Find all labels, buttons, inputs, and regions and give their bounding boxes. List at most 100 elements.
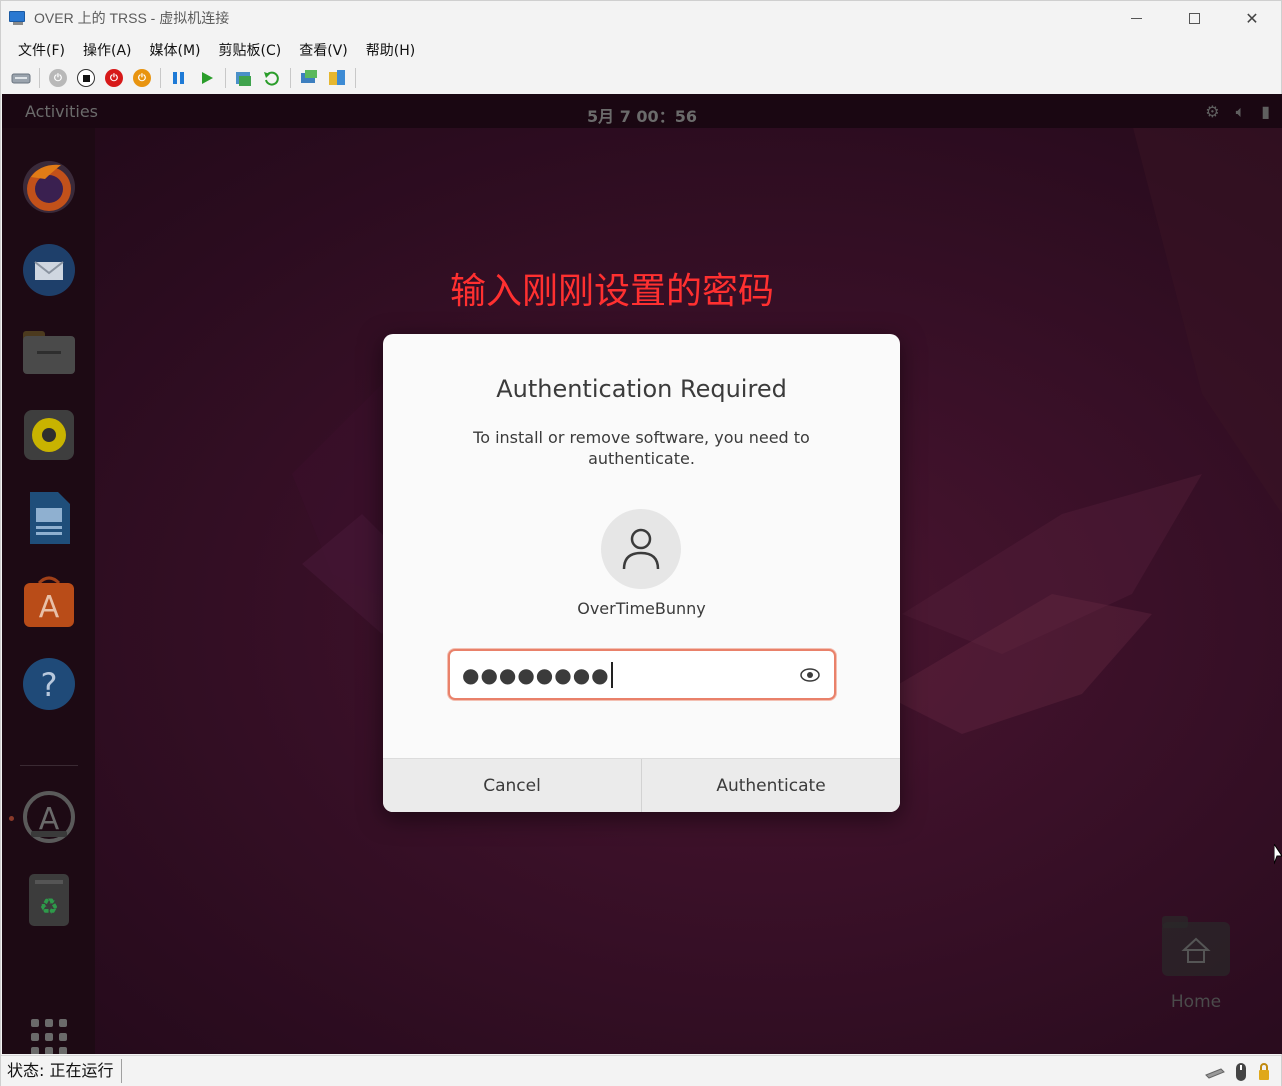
pause-icon (173, 72, 184, 84)
software-store-icon: A (24, 576, 74, 627)
svg-text:?: ? (41, 666, 58, 704)
lock-status-icon (1259, 1063, 1269, 1080)
toolbar-separator (355, 68, 356, 88)
keyboard-status-icon (1205, 1068, 1225, 1079)
menu-action[interactable]: 操作(A) (74, 40, 141, 60)
toolbar-separator (39, 68, 40, 88)
ctrl-alt-del-button[interactable] (11, 68, 31, 88)
svg-text:A: A (39, 590, 60, 625)
dock-help[interactable]: ? (20, 655, 78, 713)
status-bar: 状态: 正在运行 (1, 1055, 1281, 1086)
revert-button[interactable] (262, 68, 282, 88)
mouse-status-icon (1236, 1063, 1246, 1081)
minimize-icon (1130, 17, 1142, 19)
svg-text:♻: ♻ (39, 895, 59, 920)
menu-help[interactable]: 帮助(H) (357, 40, 424, 60)
vm-screen[interactable]: Activities 5月 7 00：56 ⚙ 🔈︎ ▮ A ? A ♻ 输入刚… (2, 94, 1282, 1054)
close-icon: ✕ (1245, 8, 1259, 28)
dock-separator (20, 765, 78, 766)
window-title: OVER 上的 TRSS - 虚拟机连接 (34, 10, 230, 26)
text-caret (610, 661, 613, 688)
pause-button[interactable] (169, 68, 189, 88)
menu-clipboard[interactable]: 剪贴板(C) (210, 40, 291, 60)
cancel-button[interactable]: Cancel (383, 759, 641, 812)
authenticate-button[interactable]: Authenticate (641, 759, 900, 812)
authentication-dialog: Authentication Required To install or re… (383, 334, 900, 812)
turn-off-button[interactable] (76, 68, 96, 88)
stop-icon (77, 69, 95, 87)
battery-icon: ▮ (1261, 102, 1270, 121)
dock-files[interactable] (20, 323, 78, 381)
share-icon (329, 70, 345, 85)
clock[interactable]: 5月 7 00：56 (2, 103, 1282, 127)
password-mask: ●●●●●●●● (462, 662, 610, 687)
dock-trash[interactable]: ♻ (20, 871, 78, 929)
shutdown-button[interactable]: ⏻ (104, 68, 124, 88)
revert-icon (264, 71, 279, 86)
dock-firefox[interactable] (20, 158, 78, 216)
dock-software-updater[interactable]: A (20, 788, 78, 846)
vm-connection-window: OVER 上的 TRSS - 虚拟机连接 ✕ 文件(F) 操作(A) 媒体(M)… (0, 0, 1282, 1086)
shutdown-icon: ⏻ (105, 69, 123, 87)
network-icon: ⚙ (1205, 102, 1220, 121)
toolbar-separator (225, 68, 226, 88)
dialog-message: To install or remove software, you need … (473, 428, 810, 468)
avatar (601, 509, 681, 589)
dock-ubuntu-software[interactable]: A (20, 572, 78, 630)
vm-connection-icon (9, 11, 27, 25)
user-icon (622, 528, 660, 570)
mouse-cursor-icon (1274, 844, 1282, 865)
checkpoint-icon (236, 72, 251, 86)
toolbar: ⏻ ⏻ ⏻ (1, 63, 1281, 93)
share-button[interactable] (327, 68, 347, 88)
annotation-label: 输入刚刚设置的密码 (449, 271, 774, 312)
play-icon (202, 72, 213, 84)
power-icon: ⏻ (49, 69, 67, 87)
volume-icon: 🔈︎ (1235, 102, 1246, 121)
writer-icon (30, 492, 70, 544)
checkpoint-button[interactable] (234, 68, 254, 88)
app-grid-icon (31, 1019, 67, 1054)
help-icon: ? (23, 658, 75, 710)
show-password-icon[interactable] (800, 665, 820, 685)
toolbar-separator (290, 68, 291, 88)
resume-button[interactable] (197, 68, 217, 88)
software-updater-icon: A (23, 791, 75, 843)
status-icons (1205, 1062, 1271, 1082)
password-input[interactable]: ●●●●●●●● (448, 649, 836, 700)
gnome-top-bar: Activities 5月 7 00：56 ⚙ 🔈︎ ▮ (2, 94, 1282, 128)
maximize-button[interactable] (1165, 1, 1223, 35)
folder-icon (23, 331, 75, 374)
username-label: OverTimeBunny (577, 599, 706, 618)
running-indicator (9, 816, 14, 821)
enhanced-session-button[interactable] (299, 68, 319, 88)
home-folder-label: Home (1170, 992, 1222, 1012)
status-text: 状态: 正在运行 (7, 1059, 123, 1083)
window-controls: ✕ (1107, 1, 1281, 35)
title-bar: OVER 上的 TRSS - 虚拟机连接 ✕ (1, 1, 1281, 35)
trash-icon: ♻ (29, 874, 69, 926)
menu-bar: 文件(F) 操作(A) 媒体(M) 剪贴板(C) 查看(V) 帮助(H) (1, 36, 1281, 63)
system-tray[interactable]: ⚙ 🔈︎ ▮ (1205, 102, 1270, 122)
dock-libreoffice-writer[interactable] (20, 489, 78, 547)
menu-file[interactable]: 文件(F) (9, 40, 74, 60)
home-folder-icon[interactable] (1160, 914, 1232, 978)
rhythmbox-icon (24, 410, 74, 460)
menu-media[interactable]: 媒体(M) (141, 40, 210, 60)
dialog-button-row: Cancel Authenticate (383, 758, 900, 812)
toolbar-separator (160, 68, 161, 88)
save-state-button[interactable]: ⏻ (132, 68, 152, 88)
menu-view[interactable]: 查看(V) (290, 40, 357, 60)
save-icon: ⏻ (133, 69, 151, 87)
red-annotation-text: 输入刚刚设置的密码 (2, 262, 1222, 314)
keyboard-icon (11, 73, 31, 84)
maximize-icon (1188, 12, 1200, 24)
start-button[interactable]: ⏻ (48, 68, 68, 88)
firefox-icon (23, 161, 75, 213)
minimize-button[interactable] (1107, 1, 1165, 35)
dock-rhythmbox[interactable] (20, 406, 78, 464)
close-button[interactable]: ✕ (1223, 1, 1281, 35)
enhanced-session-icon (301, 70, 317, 83)
show-applications-button[interactable] (20, 1008, 78, 1054)
dialog-title: Authentication Required (496, 375, 787, 403)
